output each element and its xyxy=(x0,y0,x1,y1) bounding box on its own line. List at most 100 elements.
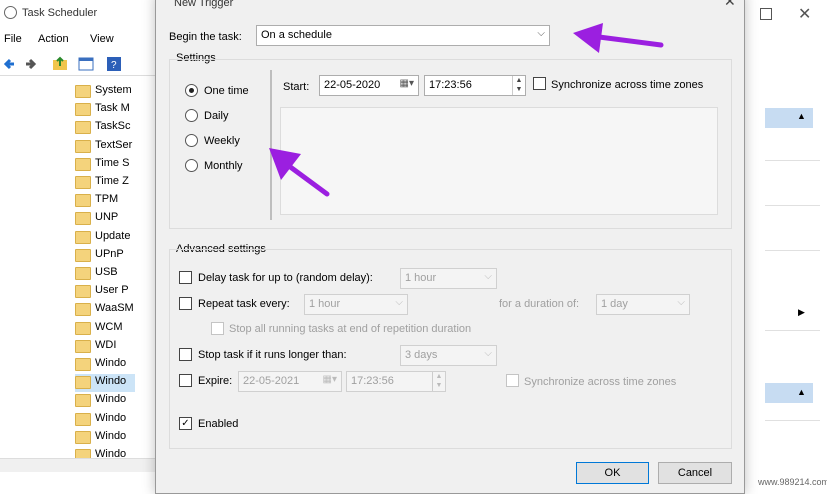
tree-item[interactable]: Task M xyxy=(75,101,135,119)
daily-radio[interactable] xyxy=(185,109,198,122)
tree-item[interactable]: UNP xyxy=(75,210,135,228)
stop-longer-dropdown[interactable]: 3 days ⌵ xyxy=(400,345,497,366)
tree-item-label: WaaSM xyxy=(95,302,134,315)
tree-item[interactable]: WDI xyxy=(75,338,135,356)
tree-item-label: User P xyxy=(95,284,129,297)
expire-time-value: 17:23:56 xyxy=(351,375,394,387)
tree-item[interactable]: Windo xyxy=(75,411,135,429)
folder-icon xyxy=(75,358,91,371)
one-time-radio[interactable] xyxy=(185,84,198,97)
show-hide-tree-icon[interactable] xyxy=(78,56,94,72)
folder-icon xyxy=(75,121,91,135)
spinner-arrows-icon[interactable]: ▲ ▼ xyxy=(432,372,445,391)
tree-item[interactable]: Windo xyxy=(75,374,135,393)
stop-all-tasks-label: Stop all running tasks at end of repetit… xyxy=(229,323,472,335)
begin-task-dropdown[interactable]: On a schedule ⌵ xyxy=(256,25,550,46)
divider xyxy=(765,160,820,161)
forward-icon[interactable] xyxy=(22,56,38,72)
close-icon[interactable]: ✕ xyxy=(798,4,811,24)
tree-item-label: UNP xyxy=(95,211,119,224)
tree-item-label: WDI xyxy=(95,338,117,351)
expire-date-picker[interactable]: 22-05-2021 ▦▾ xyxy=(238,371,342,392)
weekly-label: Weekly xyxy=(204,135,240,147)
tree-item[interactable]: Update xyxy=(75,229,135,247)
tree-item[interactable]: System xyxy=(75,83,135,101)
menu-action[interactable]: Action xyxy=(38,33,69,45)
monthly-label: Monthly xyxy=(204,160,243,172)
tree-item[interactable]: TaskSc xyxy=(75,119,135,137)
repeat-task-checkbox[interactable] xyxy=(179,297,192,310)
tree-item-label: Windo xyxy=(95,411,127,424)
tree-item-label: System xyxy=(95,84,132,96)
duration-value: 1 day xyxy=(601,298,628,310)
expire-checkbox[interactable] xyxy=(179,374,192,387)
tree-item[interactable]: UPnP xyxy=(75,247,135,265)
recurrence-panel xyxy=(280,107,718,215)
tree-item-label: UPnP xyxy=(95,247,124,260)
collapse-icon[interactable]: ▲ xyxy=(797,111,806,121)
folder-icon xyxy=(75,103,91,117)
delay-task-label: Delay task for up to (random delay): xyxy=(198,272,373,284)
tree-item-label: Task M xyxy=(95,102,130,115)
folder-icon xyxy=(75,321,91,335)
one-time-label: One time xyxy=(204,85,249,97)
tree-item[interactable]: Time S xyxy=(75,156,135,174)
calendar-icon[interactable]: ▦▾ xyxy=(400,78,414,89)
menu-view[interactable]: View xyxy=(90,33,114,45)
weekly-radio[interactable] xyxy=(185,134,198,147)
tree-item[interactable]: TPM xyxy=(75,192,135,210)
tree-horizontal-scrollbar[interactable] xyxy=(0,458,160,472)
tree-item[interactable]: WCM xyxy=(75,320,135,338)
delay-dropdown[interactable]: 1 hour ⌵ xyxy=(400,268,497,289)
expire-label: Expire: xyxy=(198,375,233,387)
monthly-radio[interactable] xyxy=(185,159,198,172)
tree-item[interactable]: User P xyxy=(75,283,135,301)
folder-icon xyxy=(75,339,91,353)
repeat-dropdown[interactable]: 1 hour ⌵ xyxy=(304,294,408,315)
ok-button[interactable]: OK xyxy=(576,462,649,484)
up-folder-icon[interactable] xyxy=(52,56,68,72)
cancel-button[interactable]: Cancel xyxy=(658,462,732,484)
tree-item[interactable]: Time Z xyxy=(75,174,135,192)
stop-all-tasks-checkbox[interactable] xyxy=(211,322,224,335)
duration-dropdown[interactable]: 1 day ⌵ xyxy=(596,294,690,315)
start-time-spinner[interactable]: 17:23:56 ▲ ▼ xyxy=(424,75,526,96)
task-scheduler-app-icon xyxy=(4,6,17,19)
tree-item-label: Time S xyxy=(95,156,130,169)
expire-sync-label: Synchronize across time zones xyxy=(524,376,677,388)
tree-item-label: TPM xyxy=(95,193,119,206)
tree-item-label: WCM xyxy=(95,320,123,333)
expire-time-spinner[interactable]: 17:23:56 ▲ ▼ xyxy=(346,371,446,392)
collapse-icon[interactable]: ▲ xyxy=(797,387,806,397)
help-icon[interactable]: ? xyxy=(106,56,122,72)
repeat-task-label: Repeat task every: xyxy=(198,298,290,310)
tree-item[interactable]: USB xyxy=(75,265,135,283)
menu-file[interactable]: File xyxy=(4,33,22,45)
folder-icon xyxy=(75,248,91,262)
start-date-value: 22-05-2020 xyxy=(324,79,381,91)
expand-arrow-icon[interactable]: ▶ xyxy=(798,307,805,318)
dialog-close-icon[interactable]: ✕ xyxy=(724,0,736,10)
start-time-value: 17:23:56 xyxy=(429,79,472,91)
stop-longer-checkbox[interactable] xyxy=(179,348,192,361)
task-scheduler-title: Task Scheduler xyxy=(22,7,98,19)
enabled-checkbox[interactable]: ✓ xyxy=(179,417,192,430)
sync-time-zones-checkbox[interactable] xyxy=(533,77,546,90)
divider xyxy=(765,250,820,251)
folder-icon xyxy=(75,303,91,317)
start-date-picker[interactable]: 22-05-2020 ▦▾ xyxy=(319,75,419,96)
back-icon[interactable] xyxy=(2,56,18,72)
delay-task-checkbox[interactable] xyxy=(179,271,192,284)
tree-item[interactable]: TextSer xyxy=(75,138,135,156)
enabled-label: Enabled xyxy=(198,418,239,430)
tree-item[interactable]: Windo xyxy=(75,356,135,374)
expire-sync-checkbox[interactable] xyxy=(506,374,519,387)
spinner-arrows-icon[interactable]: ▲ ▼ xyxy=(512,76,525,95)
tree-item[interactable]: Windo xyxy=(75,392,135,410)
dialog-title: New Trigger xyxy=(174,0,234,9)
expire-date-value: 22-05-2021 xyxy=(243,375,300,387)
tree-item[interactable]: WaaSM xyxy=(75,301,135,319)
calendar-icon[interactable]: ▦▾ xyxy=(323,374,337,385)
tree-item[interactable]: Windo xyxy=(75,429,135,447)
restore-icon[interactable] xyxy=(760,8,772,20)
